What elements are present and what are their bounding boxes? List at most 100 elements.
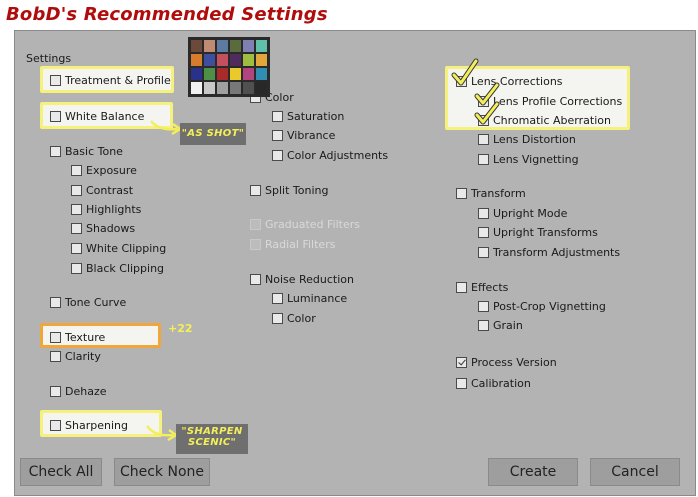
checkbox-contrast[interactable]: Contrast [71, 184, 133, 197]
check-all-button[interactable]: Check All [20, 458, 102, 486]
checkbox-luminance[interactable]: Luminance [272, 292, 347, 305]
checkbox-label: Lens Profile Corrections [493, 95, 623, 108]
annotation-arrow-icon [150, 120, 183, 136]
checkbox-box[interactable] [71, 263, 82, 274]
checkbox-box[interactable] [71, 165, 82, 176]
create-button[interactable]: Create [488, 458, 578, 486]
checkbox-exposure[interactable]: Exposure [71, 164, 137, 177]
color-swatch [191, 54, 202, 66]
checkbox-box[interactable] [71, 185, 82, 196]
checkbox-label: Highlights [86, 203, 142, 216]
checkbox-dehaze[interactable]: Dehaze [50, 385, 107, 398]
checkbox-label: Noise Reduction [265, 273, 354, 286]
checkbox-transform-adjustments[interactable]: Transform Adjustments [478, 246, 620, 259]
checkbox-noise-reduction[interactable]: Noise Reduction [250, 273, 354, 286]
checkbox-process-version[interactable]: Process Version [456, 356, 557, 369]
checkbox-upright-transforms[interactable]: Upright Transforms [478, 226, 598, 239]
checkbox-transform[interactable]: Transform [456, 187, 526, 200]
annotation-sharpen-text: "SHARPEN [181, 426, 243, 437]
checkbox-box[interactable] [50, 332, 61, 343]
checkbox-label: Black Clipping [86, 262, 165, 275]
checkbox-label: Upright Transforms [493, 226, 598, 239]
checkbox-box[interactable] [50, 111, 61, 122]
checkbox-box[interactable] [456, 282, 467, 293]
checkbox-label: Upright Mode [493, 207, 568, 220]
page-title: BobD's Recommended Settings [6, 4, 328, 25]
checkbox-box[interactable] [50, 297, 61, 308]
checkbox-texture[interactable]: Texture [50, 331, 105, 344]
checkbox-radial-filters: Radial Filters [250, 238, 335, 251]
checkbox-box[interactable] [71, 223, 82, 234]
color-swatch [230, 68, 241, 80]
checkbox-box[interactable] [478, 320, 489, 331]
checkbox-white-balance[interactable]: White Balance [50, 110, 144, 123]
checkbox-graduated-filters: Graduated Filters [250, 218, 360, 231]
checkbox-box[interactable] [272, 313, 283, 324]
checkbox-calibration[interactable]: Calibration [456, 377, 531, 390]
checkbox-box[interactable] [478, 227, 489, 238]
checkbox-post-crop-vignetting[interactable]: Post-Crop Vignetting [478, 300, 606, 313]
checkbox-box[interactable] [50, 420, 61, 431]
checkbox-label: Luminance [287, 292, 348, 305]
checkbox-box[interactable] [250, 274, 261, 285]
color-swatch [204, 40, 215, 52]
annotation-check-icon [474, 101, 500, 125]
checkbox-tone-curve[interactable]: Tone Curve [50, 296, 126, 309]
checkbox-box[interactable] [478, 208, 489, 219]
checkbox-label: Vibrance [287, 129, 336, 142]
checkbox-box[interactable] [272, 130, 283, 141]
checkbox-box[interactable] [478, 301, 489, 312]
checkbox-label: Sharpening [65, 419, 128, 432]
color-swatch [191, 68, 202, 80]
checkbox-box[interactable] [71, 204, 82, 215]
color-swatch [204, 54, 215, 66]
checkbox-box[interactable] [50, 351, 61, 362]
checkbox-box [250, 239, 261, 250]
checkbox-label: Contrast [86, 184, 134, 197]
color-swatch [230, 54, 241, 66]
checkbox-lens-vignetting[interactable]: Lens Vignetting [478, 153, 579, 166]
cancel-button[interactable]: Cancel [590, 458, 680, 486]
checkbox-box[interactable] [478, 247, 489, 258]
checkbox-sharpening[interactable]: Sharpening [50, 419, 128, 432]
checkbox-box[interactable] [272, 111, 283, 122]
checkbox-label: Lens Distortion [493, 133, 576, 146]
checkbox-box[interactable] [272, 150, 283, 161]
checkbox-box[interactable] [456, 188, 467, 199]
checkbox-color-adjustments[interactable]: Color Adjustments [272, 149, 388, 162]
checkbox-box[interactable] [478, 154, 489, 165]
checkbox-basic-tone[interactable]: Basic Tone [50, 145, 123, 158]
checkbox-effects[interactable]: Effects [456, 281, 508, 294]
checkbox-box[interactable] [50, 146, 61, 157]
checkbox-grain[interactable]: Grain [478, 319, 523, 332]
checkbox-treatment-profile[interactable]: Treatment & Profile [50, 74, 171, 87]
checkbox-split-toning[interactable]: Split Toning [250, 184, 328, 197]
checkbox-box[interactable] [250, 185, 261, 196]
checkbox-upright-mode[interactable]: Upright Mode [478, 207, 567, 220]
check-none-button[interactable]: Check None [114, 458, 210, 486]
checkbox-label: Split Toning [265, 184, 329, 197]
checkbox-saturation[interactable]: Saturation [272, 110, 344, 123]
checkbox-label: Texture [65, 331, 106, 344]
checkbox-white-clipping[interactable]: White Clipping [71, 242, 166, 255]
checkbox-clarity[interactable]: Clarity [50, 350, 101, 363]
checkbox-vibrance[interactable]: Vibrance [272, 129, 335, 142]
checkbox-box[interactable] [272, 293, 283, 304]
checkbox-black-clipping[interactable]: Black Clipping [71, 262, 164, 275]
checkbox-highlights[interactable]: Highlights [71, 203, 141, 216]
checkbox-label: White Clipping [86, 242, 167, 255]
checkbox-box[interactable] [456, 357, 467, 368]
color-swatch [230, 82, 241, 94]
color-swatch [256, 40, 267, 52]
color-swatch [243, 68, 254, 80]
checkbox-box[interactable] [456, 378, 467, 389]
checkbox-nr-color[interactable]: Color [272, 312, 316, 325]
checkbox-box[interactable] [50, 75, 61, 86]
checkbox-box[interactable] [50, 386, 61, 397]
checkbox-label: Clarity [65, 350, 101, 363]
checkbox-shadows[interactable]: Shadows [71, 222, 135, 235]
checkbox-box[interactable] [478, 134, 489, 145]
checkbox-lens-distortion[interactable]: Lens Distortion [478, 133, 576, 146]
color-swatch [217, 54, 228, 66]
checkbox-box[interactable] [71, 243, 82, 254]
